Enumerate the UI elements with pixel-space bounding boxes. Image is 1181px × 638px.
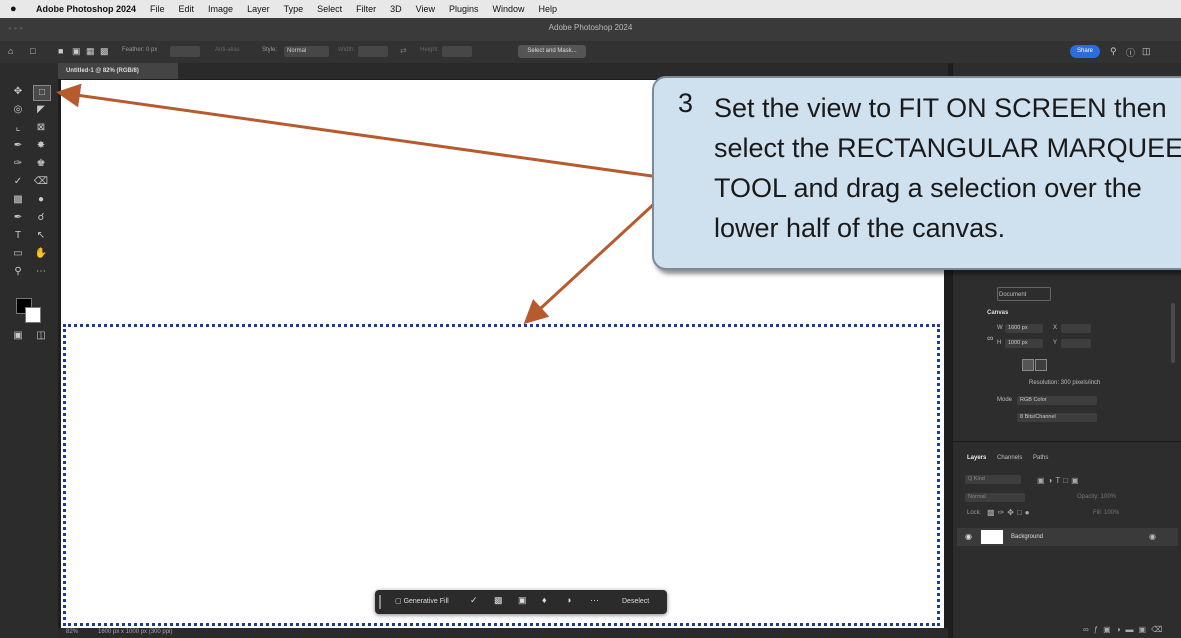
step-number: 3 <box>678 88 694 118</box>
instruction-text: Set the view to FIT ON SCREEN then selec… <box>714 93 1181 243</box>
arrow-to-marquee-tool <box>56 83 681 182</box>
instruction-callout: 3 Set the view to FIT ON SCREEN then sel… <box>652 76 1181 270</box>
